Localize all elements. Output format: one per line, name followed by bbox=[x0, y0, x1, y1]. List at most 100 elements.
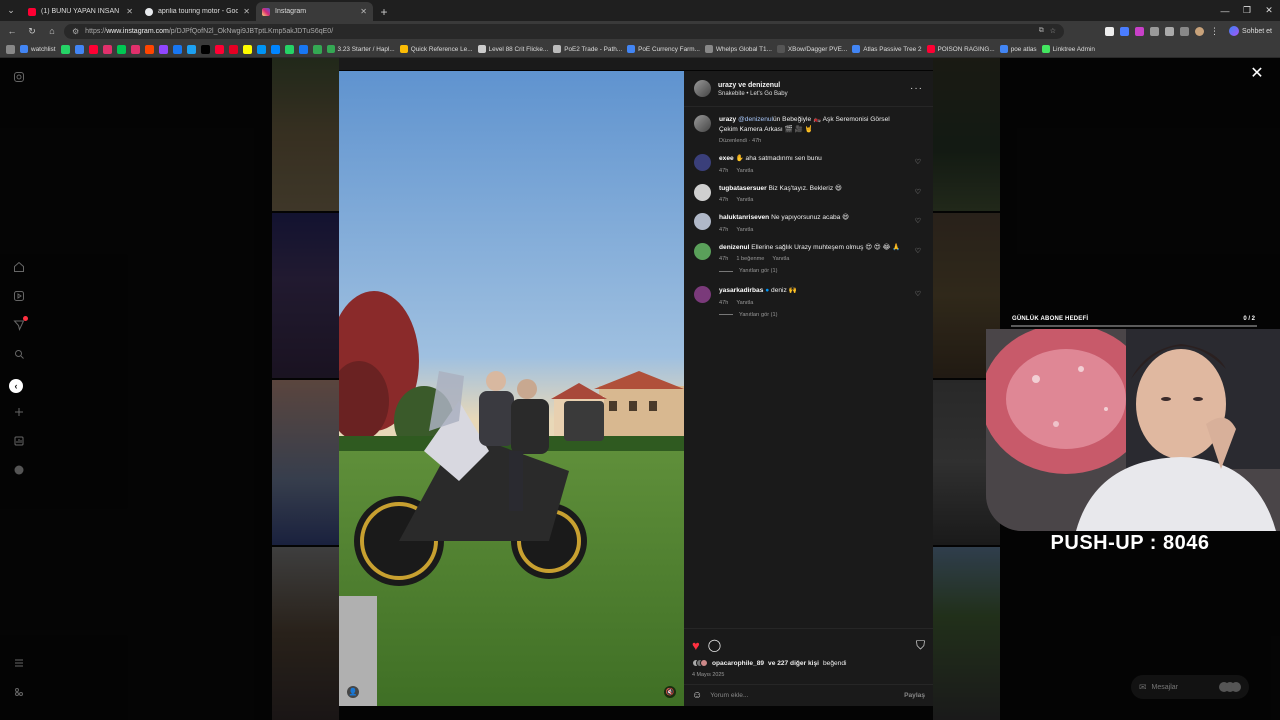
bookmark-item[interactable]: Linktree Admin bbox=[1041, 45, 1095, 53]
star-icon[interactable]: ☆ bbox=[1050, 27, 1056, 35]
bookmark-item[interactable]: PoE Currency Farm... bbox=[627, 45, 700, 53]
bookmark-shortcut-icon[interactable] bbox=[214, 44, 224, 54]
bookmark-shortcut-icon[interactable] bbox=[74, 44, 84, 54]
bookmark-icon[interactable]: ⛉ bbox=[916, 638, 925, 653]
bookmark-item[interactable]: Atlas Passive Tree 2 bbox=[852, 45, 922, 53]
menu-nav-icon[interactable] bbox=[12, 656, 26, 670]
reload-icon[interactable]: ↻ bbox=[24, 23, 40, 39]
minimize-icon[interactable]: — bbox=[1214, 0, 1236, 21]
author-names[interactable]: urazy ve denizenul bbox=[718, 81, 788, 91]
messages-nav-icon[interactable] bbox=[12, 316, 28, 332]
commenter-username[interactable]: exee bbox=[719, 155, 734, 162]
tab-youtube[interactable]: (1) BUNU YAPAN İNSAN MI? | 55... ✕ bbox=[22, 2, 139, 21]
chat-button[interactable]: Sohbet et bbox=[1225, 26, 1276, 36]
likes-summary[interactable]: opacarophile_89 ve 227 diğer kişi beğend… bbox=[692, 659, 846, 667]
bookmark-item[interactable]: Whelps Global T1... bbox=[704, 45, 772, 53]
mention-link[interactable]: @denizenul bbox=[738, 116, 773, 123]
bookmark-shortcut-icon[interactable] bbox=[116, 44, 126, 54]
comment-like-icon[interactable]: ♡ bbox=[915, 188, 921, 196]
profile-avatar[interactable] bbox=[1195, 26, 1205, 36]
tab-search-icon[interactable]: ⌄ bbox=[0, 0, 22, 21]
bookmark-item[interactable]: Quick Reference Le... bbox=[399, 45, 473, 53]
apps-icon[interactable] bbox=[6, 44, 15, 54]
bookmark-shortcut-icon[interactable] bbox=[256, 44, 266, 54]
close-window-icon[interactable]: ✕ bbox=[1258, 0, 1280, 21]
bookmark-shortcut-icon[interactable] bbox=[228, 44, 238, 54]
commenter-username[interactable]: denizenul bbox=[719, 244, 749, 251]
meta-nav-icon[interactable] bbox=[12, 685, 26, 699]
bookmark-item[interactable]: poe atlas bbox=[999, 45, 1037, 53]
bookmark-item[interactable]: watchlist bbox=[20, 45, 56, 53]
comment-input[interactable]: Yorum ekle... bbox=[710, 692, 896, 699]
close-modal-icon[interactable]: ✕ bbox=[1249, 66, 1265, 82]
bookmark-shortcut-icon[interactable] bbox=[60, 44, 70, 54]
comment-likes[interactable]: 1 beğenme bbox=[736, 256, 764, 262]
tab-close-icon[interactable]: ✕ bbox=[243, 7, 250, 16]
extension-icon[interactable] bbox=[1165, 26, 1175, 36]
bookmark-shortcut-icon[interactable] bbox=[200, 44, 210, 54]
post-image[interactable]: 👤 🔇 bbox=[339, 71, 684, 706]
puzzle-icon[interactable] bbox=[1180, 26, 1190, 36]
commenter-username[interactable]: haluktanriseven bbox=[719, 214, 769, 221]
bookmark-item[interactable]: 3.23 Starter / Hapl... bbox=[326, 45, 395, 53]
bookmark-item[interactable]: POISON RAGING... bbox=[926, 45, 995, 53]
bookmark-shortcut-icon[interactable] bbox=[144, 44, 154, 54]
extension-icon[interactable] bbox=[1150, 26, 1160, 36]
bookmark-shortcut-icon[interactable] bbox=[88, 44, 98, 54]
comment-like-icon[interactable]: ♡ bbox=[915, 247, 921, 255]
bookmark-shortcut-icon[interactable] bbox=[158, 44, 168, 54]
comment-icon[interactable]: ◯ bbox=[708, 638, 721, 652]
bookmark-shortcut-icon[interactable] bbox=[130, 44, 140, 54]
address-bar[interactable]: ⚙ https://www.instagram.com/p/DJPfQofN2l… bbox=[64, 23, 1064, 39]
commenter-username[interactable]: tugbatasersuer bbox=[719, 185, 767, 192]
home-nav-icon[interactable] bbox=[12, 260, 26, 274]
post-comment-button[interactable]: Paylaş bbox=[904, 692, 925, 699]
reply-button[interactable]: Yanıtla bbox=[736, 168, 753, 174]
tagged-people-icon[interactable]: 👤 bbox=[347, 686, 359, 698]
like-heart-icon[interactable]: ♥ bbox=[692, 638, 700, 653]
view-replies-button[interactable]: Yanıtları gör (1) bbox=[719, 312, 923, 318]
back-icon[interactable]: ← bbox=[4, 23, 20, 39]
extension-icon[interactable] bbox=[1105, 26, 1115, 36]
open-in-app-icon[interactable]: ⧉ bbox=[1039, 27, 1044, 35]
bookmark-shortcut-icon[interactable] bbox=[284, 44, 294, 54]
music-label[interactable]: Snakebite • Let's Go Baby bbox=[718, 91, 788, 97]
home-icon[interactable]: ⌂ bbox=[44, 23, 60, 39]
dashboard-nav-icon[interactable] bbox=[12, 434, 26, 448]
tab-instagram[interactable]: Instagram ✕ bbox=[256, 2, 373, 21]
create-nav-icon[interactable] bbox=[12, 405, 26, 419]
reply-button[interactable]: Yanıtla bbox=[736, 300, 753, 306]
commenter-avatar[interactable] bbox=[694, 183, 711, 201]
instagram-logo-icon[interactable] bbox=[12, 70, 26, 84]
extension-icon[interactable] bbox=[1135, 26, 1145, 36]
commenter-username[interactable]: yasarkadirbas bbox=[719, 287, 763, 294]
view-replies-button[interactable]: Yanıtları gör (1) bbox=[719, 268, 923, 274]
bookmark-item[interactable]: PoE2 Trade - Path... bbox=[553, 45, 622, 53]
commenter-avatar[interactable] bbox=[694, 286, 711, 303]
commenter-avatar[interactable] bbox=[694, 242, 711, 260]
caption-avatar[interactable] bbox=[694, 115, 711, 132]
mute-icon[interactable]: 🔇 bbox=[664, 686, 676, 698]
site-info-icon[interactable]: ⚙ bbox=[72, 27, 79, 36]
more-options-icon[interactable]: ··· bbox=[910, 83, 923, 94]
reply-button[interactable]: Yanıtla bbox=[772, 256, 789, 262]
comment-like-icon[interactable]: ♡ bbox=[915, 158, 921, 166]
liked-by-user[interactable]: opacarophile_89 bbox=[712, 660, 764, 667]
bookmark-shortcut-icon[interactable] bbox=[172, 44, 182, 54]
profile-nav-avatar[interactable] bbox=[12, 463, 26, 477]
tab-google[interactable]: aprilia touring motor - Google' ✕ bbox=[139, 2, 256, 21]
reply-button[interactable]: Yanıtla bbox=[736, 197, 753, 203]
comment-like-icon[interactable]: ♡ bbox=[915, 290, 921, 298]
tab-close-icon[interactable]: ✕ bbox=[126, 7, 133, 16]
tab-close-icon[interactable]: ✕ bbox=[360, 7, 367, 16]
bookmark-shortcut-icon[interactable] bbox=[270, 44, 280, 54]
bookmark-item[interactable]: XBow/Dagger PVE... bbox=[776, 45, 847, 53]
commenter-avatar[interactable] bbox=[694, 213, 711, 230]
search-nav-icon[interactable] bbox=[12, 347, 26, 361]
previous-post-icon[interactable]: ‹ bbox=[9, 379, 23, 393]
extension-icon[interactable] bbox=[1120, 26, 1130, 36]
bookmark-shortcut-icon[interactable] bbox=[298, 44, 308, 54]
bookmark-shortcut-icon[interactable] bbox=[102, 44, 112, 54]
messages-button[interactable]: ✉ Mesajlar bbox=[1131, 675, 1249, 699]
menu-icon[interactable]: ⋮ bbox=[1210, 26, 1219, 37]
